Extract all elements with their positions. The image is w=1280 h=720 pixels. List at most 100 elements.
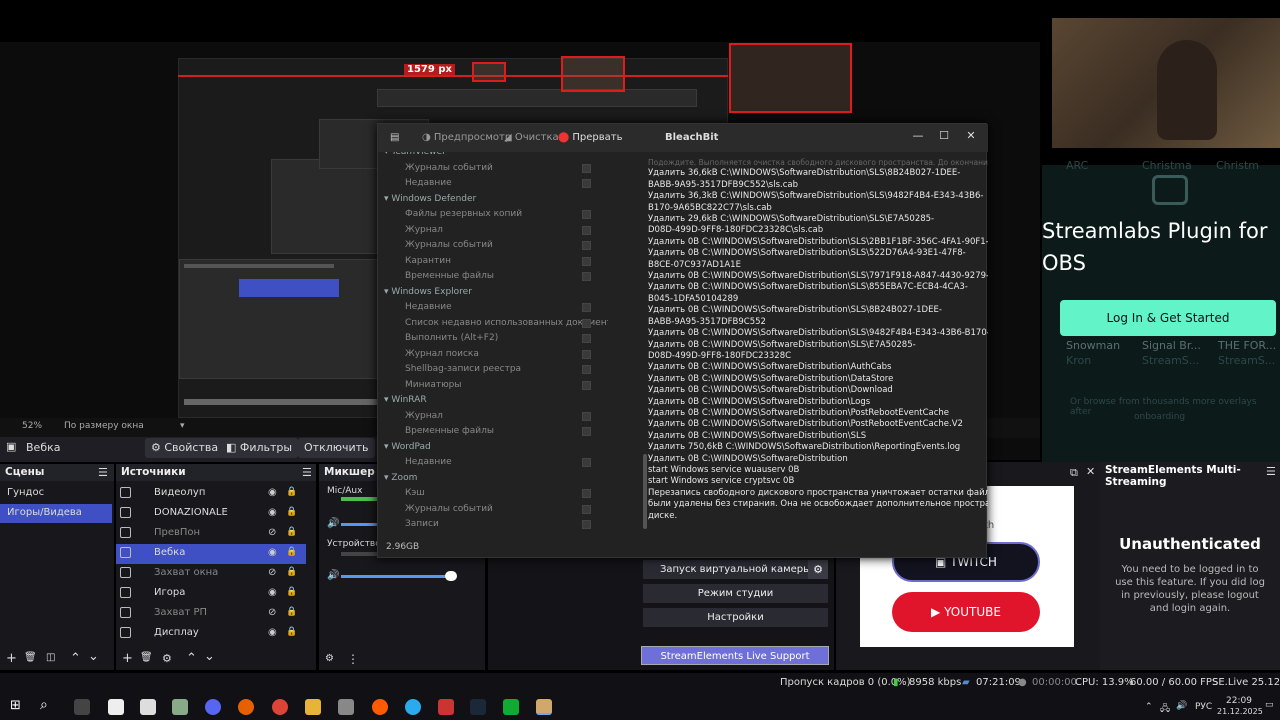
chevron-down-icon[interactable]: ⌄ — [204, 649, 215, 664]
tree-option[interactable]: Журналы событий — [405, 504, 493, 514]
youtube-button[interactable]: ▶ YOUTUBE — [892, 592, 1040, 632]
folder-icon[interactable] — [305, 699, 321, 715]
tree-option[interactable]: Журналы событий — [405, 240, 493, 250]
add-icon[interactable]: + — [122, 651, 133, 666]
visibility-icon[interactable]: ⊘ — [268, 607, 280, 618]
settings-button[interactable]: Настройки — [643, 608, 828, 627]
steam-icon[interactable] — [470, 699, 486, 715]
option-checkbox[interactable] — [582, 225, 591, 235]
tree-option[interactable]: Журнал — [405, 411, 443, 421]
tree-category[interactable]: ▾ WinRAR — [384, 395, 427, 405]
popout-icon[interactable]: ⧉ — [1070, 466, 1078, 480]
folder-icon[interactable]: ▤ — [390, 132, 399, 143]
app-icon[interactable] — [338, 699, 354, 715]
tree-option[interactable]: Временные файлы — [405, 271, 494, 281]
tree-option[interactable]: Список недавно использованных документов — [405, 318, 608, 328]
preview-button[interactable]: ◑ Предпросмотр — [422, 132, 511, 143]
gear-icon[interactable]: ⚙ — [325, 653, 334, 664]
minimize-icon[interactable]: — — [908, 129, 928, 147]
source-item[interactable]: Захват РП ⊘ 🔒 — [116, 604, 306, 624]
filters-button[interactable]: ◧ Фильтры — [220, 438, 299, 458]
tree-category[interactable]: ▾ Windows Explorer — [384, 287, 472, 297]
tree-category[interactable]: ▾ WordPad — [384, 442, 431, 452]
trash-icon[interactable]: 🗑 — [24, 652, 37, 663]
scrollbar[interactable] — [643, 454, 647, 529]
add-icon[interactable]: + — [6, 651, 17, 666]
telegram-icon[interactable] — [405, 699, 421, 715]
fit-mode[interactable]: По размеру окна — [64, 421, 144, 431]
option-checkbox[interactable] — [582, 380, 591, 390]
option-checkbox[interactable] — [582, 458, 591, 467]
dock-menu-icon[interactable]: ☰ — [98, 466, 108, 479]
chrome-icon[interactable] — [272, 699, 288, 715]
option-checkbox[interactable] — [582, 489, 591, 498]
source-item[interactable]: Захват окна ⊘ 🔒 — [116, 564, 306, 584]
file-icon[interactable] — [108, 699, 124, 715]
properties-button[interactable]: ⚙ Свойства — [145, 438, 225, 458]
maximize-icon[interactable]: ☐ — [934, 129, 954, 147]
virtual-camera-button[interactable]: Запуск виртуальной камеры — [643, 560, 828, 579]
visibility-icon[interactable]: ⊘ — [268, 527, 280, 538]
gear-icon[interactable]: ⚙ — [808, 560, 828, 579]
more-icon[interactable]: ⋮ — [347, 652, 359, 666]
filter-icon[interactable]: ◫ — [46, 652, 55, 663]
tree-option[interactable]: Файлы резервных копий — [405, 209, 522, 219]
option-checkbox[interactable] — [582, 303, 591, 312]
tree-option[interactable]: Временные файлы — [405, 426, 494, 436]
tree-option[interactable]: Журналы событий — [405, 163, 493, 173]
source-item[interactable]: Игора ◉ 🔒 — [116, 584, 306, 604]
browser-icon[interactable] — [372, 699, 388, 715]
source-item[interactable]: DONAZIONALE ◉ 🔒 — [116, 504, 306, 524]
visibility-icon[interactable]: ◉ — [268, 587, 280, 598]
dock-menu-icon[interactable]: ☰ — [302, 466, 312, 479]
language-indicator[interactable]: РУС — [1195, 702, 1212, 712]
abort-button[interactable]: ⬤ Прервать — [558, 132, 623, 143]
lock-icon[interactable]: 🔒 — [286, 527, 297, 537]
search-icon[interactable]: ⌕ — [40, 697, 48, 713]
lock-icon[interactable]: 🔒 — [286, 607, 297, 617]
chevron-down-icon[interactable]: ⌄ — [88, 649, 99, 664]
speaker-icon[interactable]: 🔊 — [327, 518, 339, 529]
app-icon[interactable] — [438, 699, 454, 715]
tree-option[interactable]: Недавние — [405, 178, 452, 188]
clock-date[interactable]: 21.12.2025 — [1217, 707, 1263, 716]
tree-option[interactable]: Журнал поиска — [405, 349, 479, 359]
option-checkbox[interactable] — [582, 241, 591, 250]
tree-option[interactable]: Недавние — [405, 457, 452, 467]
source-bounds-1[interactable] — [472, 62, 506, 82]
lock-icon[interactable]: 🔒 — [286, 587, 297, 597]
tree-option[interactable]: Недавние — [405, 302, 452, 312]
studio-mode-button[interactable]: Режим студии — [643, 584, 828, 603]
source-item[interactable]: Дисплау ◉ 🔒 — [116, 624, 306, 644]
windows-start-icon[interactable]: ⊞ — [10, 698, 21, 713]
option-checkbox[interactable] — [582, 365, 591, 374]
app-icon[interactable] — [172, 699, 188, 715]
option-checkbox[interactable] — [582, 256, 591, 266]
option-checkbox[interactable] — [582, 427, 591, 436]
option-checkbox[interactable] — [582, 520, 591, 529]
close-icon[interactable]: ✕ — [1086, 465, 1095, 478]
lock-icon[interactable]: 🔒 — [286, 507, 297, 517]
network-icon[interactable]: 🖧 — [1160, 701, 1170, 717]
tree-option[interactable]: Записи — [405, 519, 439, 529]
bleachbit-icon[interactable] — [536, 699, 552, 715]
login-button[interactable]: Log In & Get Started — [1060, 300, 1276, 336]
visibility-icon[interactable]: ◉ — [268, 547, 280, 558]
visibility-icon[interactable]: ◉ — [268, 487, 280, 498]
lock-icon[interactable]: 🔒 — [286, 487, 297, 497]
volume-icon[interactable]: 🔊 — [1176, 701, 1187, 711]
clock-time[interactable]: 22:09 — [1226, 696, 1252, 706]
dock-menu-icon[interactable]: ☰ — [1266, 465, 1276, 478]
volume-slider[interactable] — [341, 523, 377, 526]
chevron-up-icon[interactable]: ⌃ — [1145, 702, 1153, 712]
close-icon[interactable]: ✕ — [961, 129, 981, 147]
tree-option[interactable]: Журнал — [405, 225, 443, 235]
trash-icon[interactable]: 🗑 — [140, 652, 153, 663]
option-checkbox[interactable] — [582, 272, 591, 281]
option-checkbox[interactable] — [582, 318, 591, 328]
chevron-up-icon[interactable]: ⌃ — [186, 651, 197, 666]
tree-option[interactable]: Shellbag-записи реестра — [405, 364, 521, 374]
option-checkbox[interactable] — [582, 163, 591, 173]
speaker-icon[interactable]: 🔊 — [327, 570, 339, 581]
option-checkbox[interactable] — [582, 210, 591, 219]
